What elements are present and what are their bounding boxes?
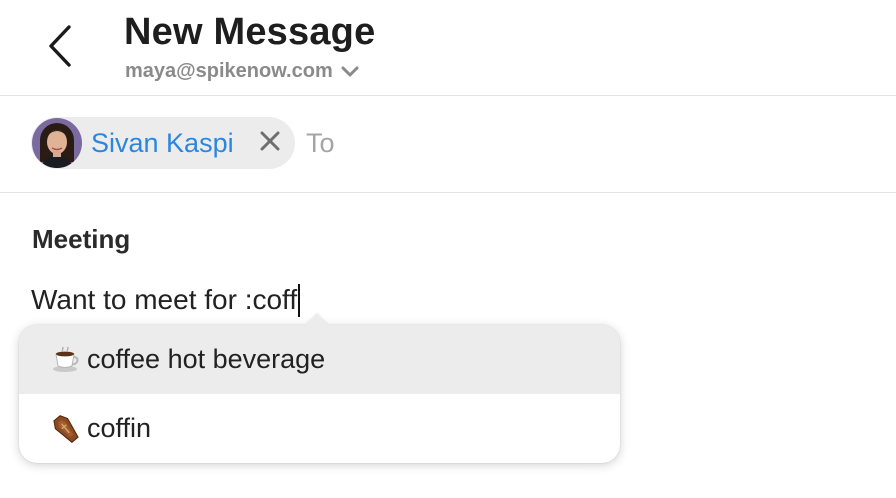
close-icon: [260, 131, 280, 156]
coffee-cup-icon: [51, 345, 81, 375]
coffin-icon: [51, 414, 81, 444]
to-input[interactable]: [306, 126, 866, 160]
emoji-suggestion-label: coffee hot beverage: [87, 344, 326, 374]
recipient-name: Sivan Kaspi: [91, 127, 234, 158]
avatar: [32, 118, 82, 168]
emoji-suggestion-coffee[interactable]: coffee hot beverage: [19, 325, 620, 394]
account-selector[interactable]: maya@spikenow.com: [125, 59, 359, 83]
message-body-text: Want to meet for :coff: [31, 284, 298, 315]
recipients-row: Sivan Kaspi: [0, 96, 896, 193]
remove-recipient-button[interactable]: [258, 131, 282, 155]
page-title: New Message: [124, 11, 376, 53]
chevron-down-icon: [341, 66, 359, 78]
header: New Message maya@spikenow.com: [0, 0, 896, 96]
subject-field[interactable]: Meeting: [32, 224, 130, 255]
emoji-suggestion-label: coffin: [87, 413, 152, 443]
emoji-suggestions-popup: coffee hot beverage coffin: [19, 313, 620, 463]
recipient-chip[interactable]: Sivan Kaspi: [31, 117, 295, 169]
message-body[interactable]: Want to meet for :coff: [31, 283, 301, 317]
account-email: maya@spikenow.com: [125, 59, 333, 82]
emoji-suggestion-coffin[interactable]: coffin: [19, 394, 620, 463]
back-button[interactable]: [38, 22, 82, 74]
text-caret: [298, 283, 301, 317]
chevron-left-icon: [47, 24, 73, 73]
emoji-suggestion-list: coffee hot beverage coffin: [19, 325, 620, 463]
